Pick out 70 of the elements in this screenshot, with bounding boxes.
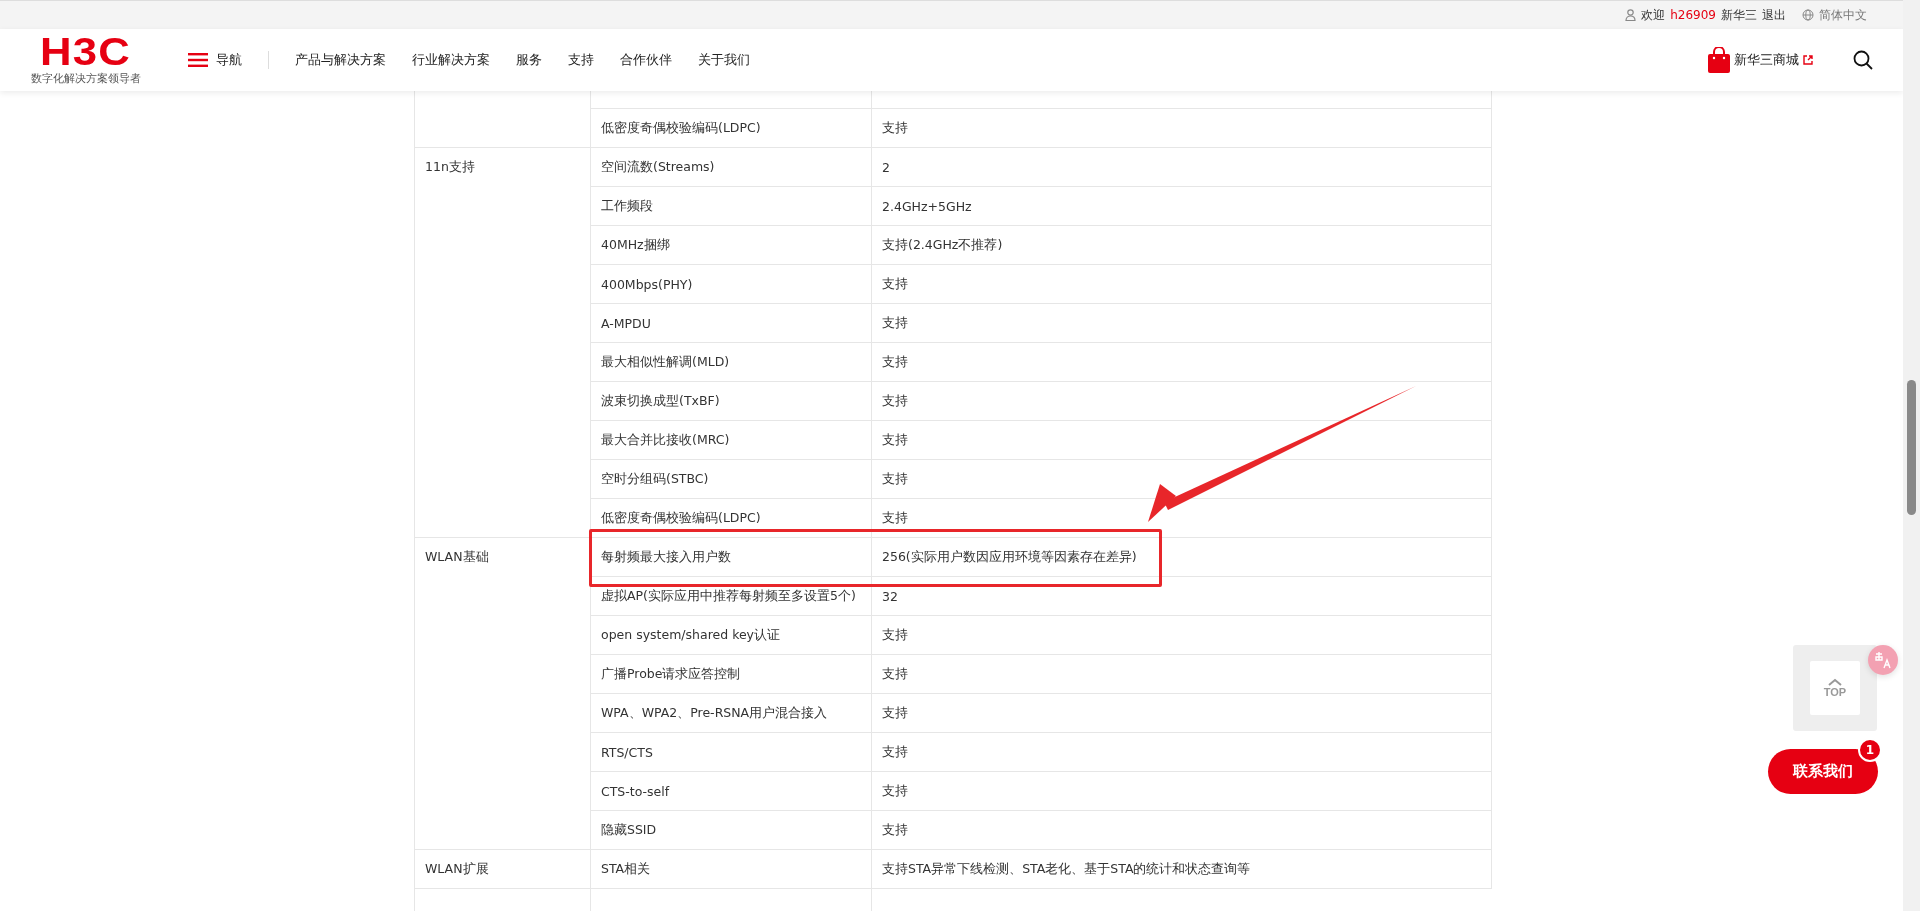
notification-badge: 1 <box>1858 738 1882 762</box>
feature-value: 支持 <box>882 314 908 330</box>
nav-link[interactable]: 产品与解决方案 <box>295 51 386 69</box>
greeting-text: 欢迎 <box>1641 6 1666 24</box>
menu-icon <box>188 53 208 67</box>
scrollbar[interactable] <box>1903 0 1920 911</box>
feature-name: 隐藏SSID <box>601 821 657 837</box>
feature-name: 波束切换成型(TxBF) <box>601 392 720 408</box>
feature-name: 每射频最大接入用户数 <box>601 548 731 564</box>
feature-name: 40MHz捆绑 <box>601 236 670 252</box>
feature-name: WPA、WPA2、Pre-RSNA用户混合接入 <box>601 704 828 720</box>
feature-value: 256(实际用户数因应用环境等因素存在差异) <box>882 548 1137 564</box>
feature-name: 最大相似性解调(MLD) <box>601 353 730 369</box>
feature-name: 低密度奇偶校验编码(LDPC) <box>601 509 761 525</box>
feature-value: 支持 <box>882 821 908 837</box>
feature-value: 支持 <box>882 782 908 798</box>
nav-toggle[interactable]: 导航 <box>188 51 269 69</box>
feature-value: 支持 <box>882 119 908 135</box>
chevron-up-icon <box>1828 678 1842 686</box>
feature-name: 广播Probe请求应答控制 <box>601 665 741 681</box>
nav-link[interactable]: 合作伙伴 <box>620 51 672 69</box>
logo-slogan: 数字化解决方案领导者 <box>31 70 141 86</box>
feature-value: 2 <box>882 159 890 175</box>
user-icon <box>1625 9 1637 21</box>
logo[interactable]: H3C <box>40 34 132 69</box>
feature-name: 虚拟AP(实际应用中推荐每射频至多设置5个) <box>601 587 856 603</box>
group-label: WLAN基础 <box>425 549 489 564</box>
feature-name: A-MPDU <box>601 315 651 331</box>
feature-value: 支持 <box>882 626 908 642</box>
shopping-bag-icon <box>1708 47 1730 73</box>
nav-link[interactable]: 支持 <box>568 51 594 69</box>
feature-name: open system/shared key认证 <box>601 626 780 642</box>
group-label: 11n支持 <box>425 159 475 174</box>
feature-value: 支持 <box>882 509 908 525</box>
feature-name: 最大合并比接收(MRC) <box>601 431 730 447</box>
feature-value: 支持(2.4GHz不推荐) <box>882 236 1003 252</box>
nav-link[interactable]: 关于我们 <box>698 51 750 69</box>
feature-value: 支持 <box>882 470 908 486</box>
external-link-icon <box>1803 55 1813 65</box>
language-selector[interactable]: 简体中文 <box>1802 6 1867 24</box>
feature-value: 支持 <box>882 275 908 291</box>
feature-name: 空间流数(Streams) <box>601 158 715 174</box>
feature-value: 支持 <box>882 704 908 720</box>
feature-value: 支持 <box>882 665 908 681</box>
search-icon <box>1853 50 1873 70</box>
nav-link[interactable]: 行业解决方案 <box>412 51 490 69</box>
feature-name: STA相关 <box>601 860 651 876</box>
feature-value: 32 <box>882 588 898 604</box>
feature-name: 工作频段 <box>601 197 653 213</box>
logout-link[interactable]: 退出 <box>1762 6 1786 24</box>
store-link[interactable]: 新华三商城 <box>1708 47 1813 73</box>
feature-name: 空时分组码(STBC) <box>601 470 709 486</box>
feature-name: CTS-to-self <box>601 783 670 799</box>
translate-button[interactable] <box>1868 645 1898 675</box>
translate-icon <box>1874 651 1892 669</box>
feature-value: 支持 <box>882 743 908 759</box>
feature-value: 支持STA异常下线检测、STA老化、基于STA的统计和状态查询等 <box>882 860 1251 876</box>
feature-value: 支持 <box>882 353 908 369</box>
search-button[interactable] <box>1853 50 1873 70</box>
nav-link[interactable]: 服务 <box>516 51 542 69</box>
feature-name: RTS/CTS <box>601 744 653 760</box>
feature-value: 支持 <box>882 431 908 447</box>
feature-name: 低密度奇偶校验编码(LDPC) <box>601 119 761 135</box>
feature-value: 支持 <box>882 392 908 408</box>
username-link[interactable]: h26909 <box>1670 8 1716 22</box>
globe-icon <box>1802 9 1814 21</box>
feature-name: 400Mbps(PHY) <box>601 276 693 292</box>
company-text: 新华三 <box>1721 6 1757 24</box>
group-label: WLAN扩展 <box>425 861 489 876</box>
feature-value: 2.4GHz+5GHz <box>882 198 972 214</box>
